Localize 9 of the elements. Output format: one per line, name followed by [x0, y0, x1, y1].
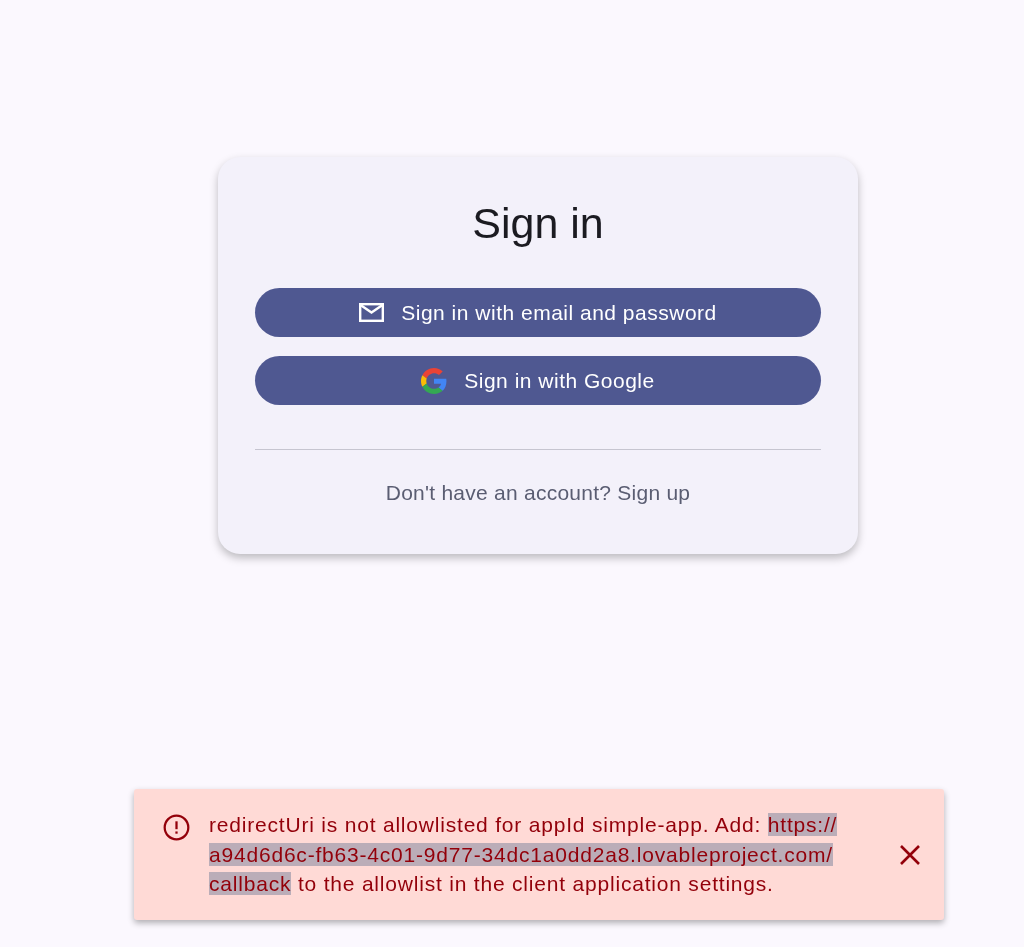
email-sign-in-button[interactable]: Sign in with email and password	[255, 288, 821, 337]
sign-up-link[interactable]: Don't have an account? Sign up	[385, 480, 691, 506]
card-title: Sign in	[472, 198, 604, 249]
envelope-icon	[359, 303, 385, 322]
google-sign-in-button[interactable]: Sign in with Google	[255, 356, 821, 405]
error-message: redirectUri is not allowlisted for appId simple-app. Add: https://a94d6d6c-fb63-4c01-9d77-34dc1a0dd2a8.lovableproject.com/callback to the allowlist in the client application settings.	[209, 812, 839, 898]
close-icon	[899, 843, 921, 866]
exclamation-circle-icon	[163, 814, 190, 841]
google-logo-icon	[421, 367, 448, 394]
